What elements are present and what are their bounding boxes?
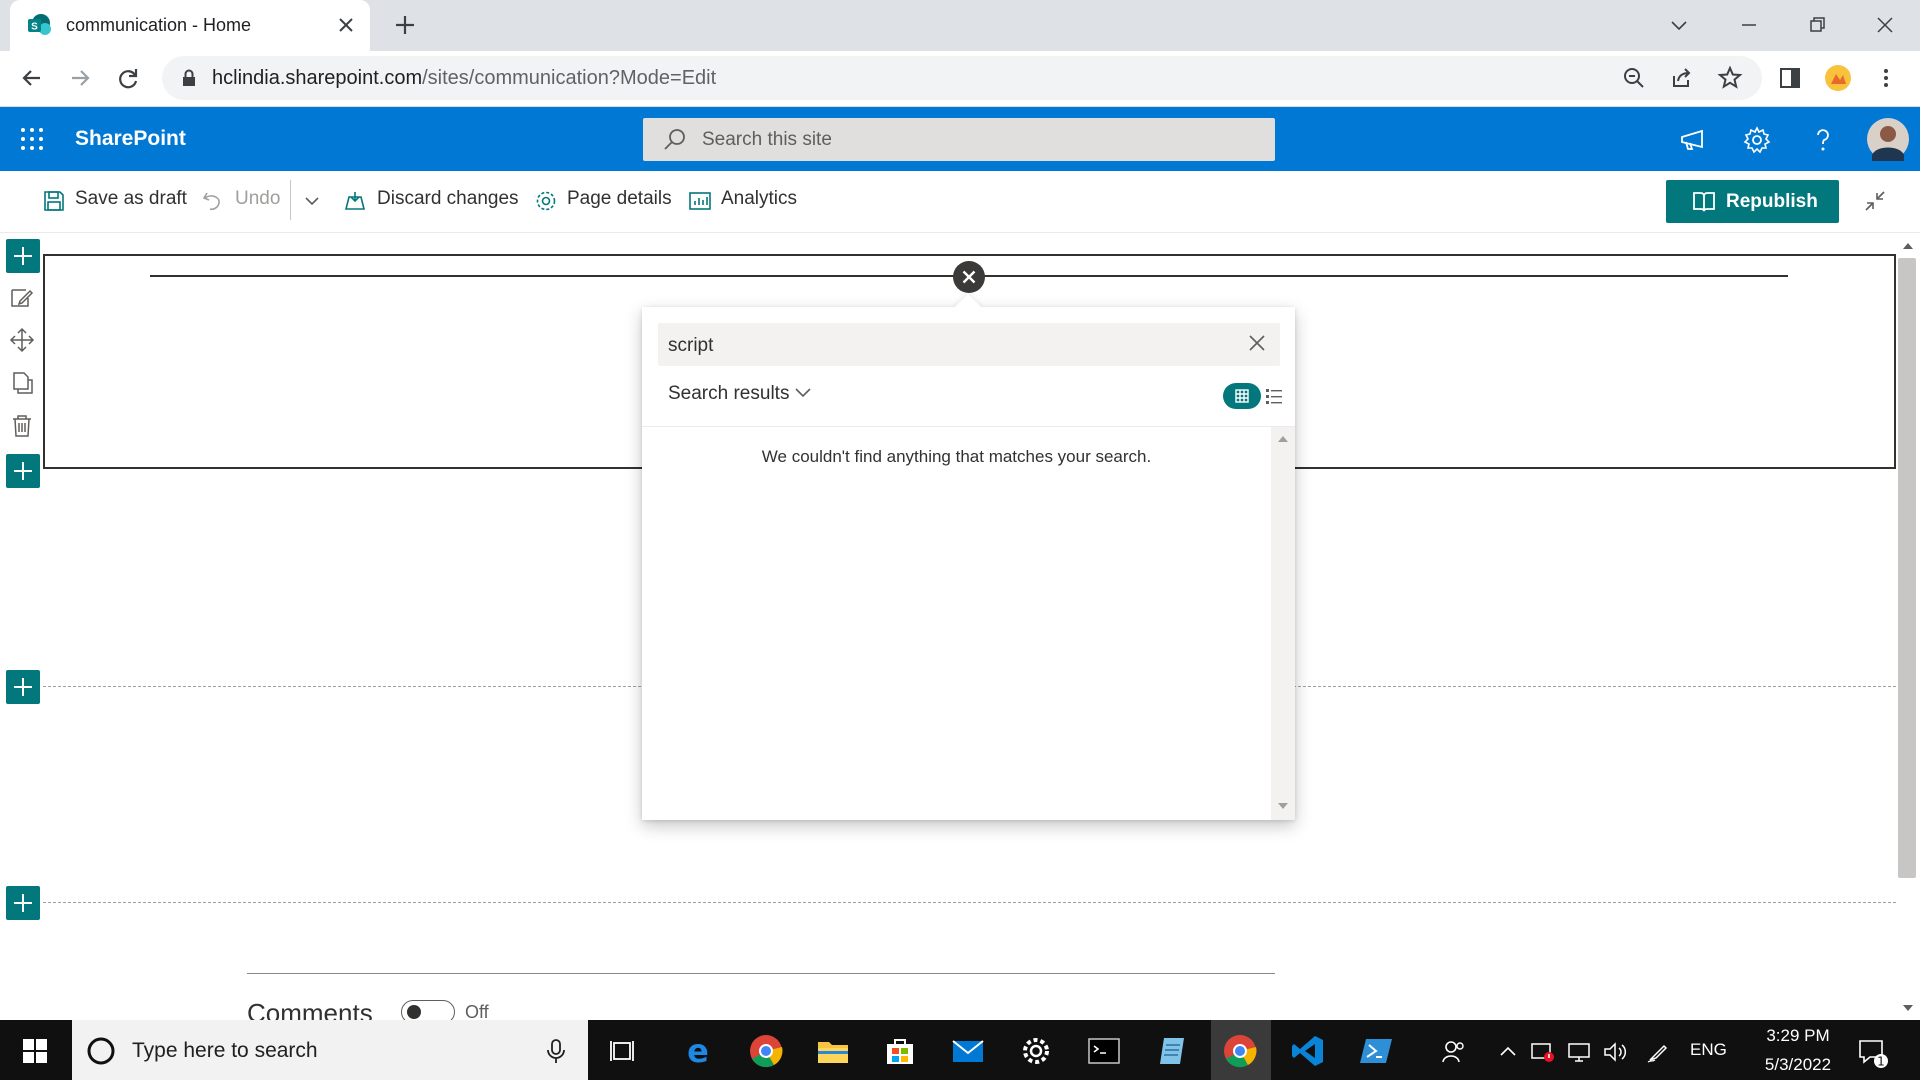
duplicate-section-icon[interactable] (8, 369, 36, 397)
people-icon[interactable] (1440, 1038, 1468, 1066)
page-scrollbar-thumb[interactable] (1898, 258, 1916, 878)
tab-close-icon[interactable] (334, 13, 358, 37)
file-explorer-icon[interactable] (815, 1033, 851, 1069)
tray-chevron-up-icon[interactable] (1498, 1042, 1518, 1062)
security-alert-icon[interactable] (1530, 1040, 1556, 1064)
sharepoint-favicon-icon: S (26, 12, 52, 38)
share-icon[interactable] (1668, 64, 1696, 92)
grid-view-toggle[interactable] (1223, 383, 1261, 409)
user-avatar[interactable] (1866, 117, 1910, 161)
add-section-button[interactable] (6, 454, 40, 488)
webpart-search-input[interactable] (658, 323, 1280, 366)
settings-gear-icon[interactable] (1742, 125, 1772, 155)
svg-text:1: 1 (1877, 1055, 1885, 1069)
search-icon (662, 127, 688, 153)
reload-icon[interactable] (114, 64, 142, 92)
picker-divider (642, 426, 1295, 427)
zoom-icon[interactable] (1620, 64, 1648, 92)
tab-search-chevron-icon[interactable] (1664, 10, 1694, 40)
edge-browser-icon[interactable]: e (680, 1033, 716, 1069)
edit-section-icon[interactable] (8, 284, 36, 312)
save-draft-button[interactable]: Save as draft (75, 188, 187, 210)
network-icon[interactable] (1566, 1040, 1592, 1064)
powershell-icon[interactable] (1358, 1033, 1394, 1069)
picker-scrollbar[interactable] (1271, 427, 1295, 820)
lock-icon[interactable] (178, 67, 200, 89)
no-results-message: We couldn't find anything that matches y… (761, 447, 1152, 466)
undo-icon (201, 189, 225, 213)
command-divider (290, 180, 291, 220)
clock-date[interactable]: 5/3/2022 (1750, 1055, 1846, 1075)
volume-icon[interactable] (1602, 1040, 1628, 1064)
tab-title: communication - Home (66, 15, 252, 35)
megaphone-icon[interactable] (1678, 125, 1708, 155)
section-divider (43, 902, 1896, 903)
add-section-button[interactable] (6, 670, 40, 704)
mail-icon[interactable] (950, 1033, 986, 1069)
book-icon (1691, 189, 1717, 215)
side-panel-icon[interactable] (1776, 64, 1804, 92)
page-details-gear-icon (534, 189, 558, 213)
list-view-icon[interactable] (1264, 386, 1284, 406)
forward-icon[interactable] (66, 64, 94, 92)
undo-dropdown-chevron-icon[interactable] (302, 191, 322, 211)
discard-changes-button[interactable]: Discard changes (377, 188, 519, 210)
notepad-app-icon[interactable] (1154, 1033, 1190, 1069)
command-bar (0, 171, 1920, 233)
store-icon[interactable] (882, 1033, 918, 1069)
profile-avatar-icon[interactable] (1824, 64, 1852, 92)
windows-start-icon[interactable] (22, 1038, 48, 1064)
analytics-button[interactable]: Analytics (721, 188, 797, 210)
notifications-icon[interactable]: 1 (1856, 1036, 1890, 1070)
scroll-up-arrow-icon[interactable] (1901, 240, 1915, 252)
delete-section-icon[interactable] (8, 412, 36, 440)
republish-label: Republish (1726, 191, 1818, 212)
svg-text:e: e (687, 1033, 709, 1069)
settings-app-icon[interactable] (1018, 1033, 1054, 1069)
taskbar-search-placeholder: Type here to search (132, 1039, 318, 1062)
bookmark-star-icon[interactable] (1716, 64, 1744, 92)
minimize-icon[interactable] (1734, 10, 1764, 40)
move-section-icon[interactable] (8, 326, 36, 354)
input-language[interactable]: ENG (1690, 1040, 1727, 1060)
terminal-icon[interactable] (1086, 1033, 1122, 1069)
analytics-icon (688, 189, 712, 213)
clear-search-icon[interactable] (1246, 332, 1268, 354)
picker-scroll-down-icon[interactable] (1277, 801, 1289, 811)
discard-icon (343, 189, 367, 213)
chrome-active-icon[interactable] (1222, 1033, 1258, 1069)
new-tab-icon[interactable] (392, 12, 418, 38)
browser-menu-icon[interactable] (1872, 64, 1900, 92)
svg-text:S: S (31, 22, 38, 33)
save-icon (42, 189, 66, 213)
microphone-icon[interactable] (544, 1038, 568, 1064)
app-launcher-icon[interactable] (18, 125, 46, 153)
comments-divider (247, 973, 1275, 974)
undo-button[interactable]: Undo (235, 188, 280, 210)
app-name[interactable]: SharePoint (75, 127, 186, 151)
help-icon[interactable] (1808, 125, 1838, 155)
close-picker-icon[interactable] (953, 261, 985, 293)
back-icon[interactable] (18, 64, 46, 92)
chevron-down-icon[interactable] (792, 382, 814, 404)
results-filter-dropdown[interactable]: Search results (668, 383, 789, 405)
chrome-icon[interactable] (748, 1033, 784, 1069)
page-details-button[interactable]: Page details (567, 188, 672, 210)
webpart-search-value: script (668, 335, 714, 356)
task-view-icon[interactable] (606, 1033, 642, 1069)
collapse-icon[interactable] (1862, 188, 1888, 214)
site-search-placeholder: Search this site (702, 129, 832, 150)
pen-ink-icon[interactable] (1646, 1040, 1670, 1064)
clock-time[interactable]: 3:29 PM (1755, 1026, 1841, 1046)
add-section-button[interactable] (6, 239, 40, 273)
picker-scroll-up-icon[interactable] (1277, 434, 1289, 444)
add-section-button[interactable] (6, 886, 40, 920)
scroll-down-arrow-icon[interactable] (1901, 1002, 1915, 1014)
toggle-knob (407, 1005, 421, 1019)
restore-icon[interactable] (1802, 10, 1832, 40)
url-text: hclindia.sharepoint.com/sites/communicat… (212, 67, 717, 89)
close-window-icon[interactable] (1870, 10, 1900, 40)
cortana-circle-icon (86, 1036, 116, 1066)
vscode-icon[interactable] (1290, 1033, 1326, 1069)
